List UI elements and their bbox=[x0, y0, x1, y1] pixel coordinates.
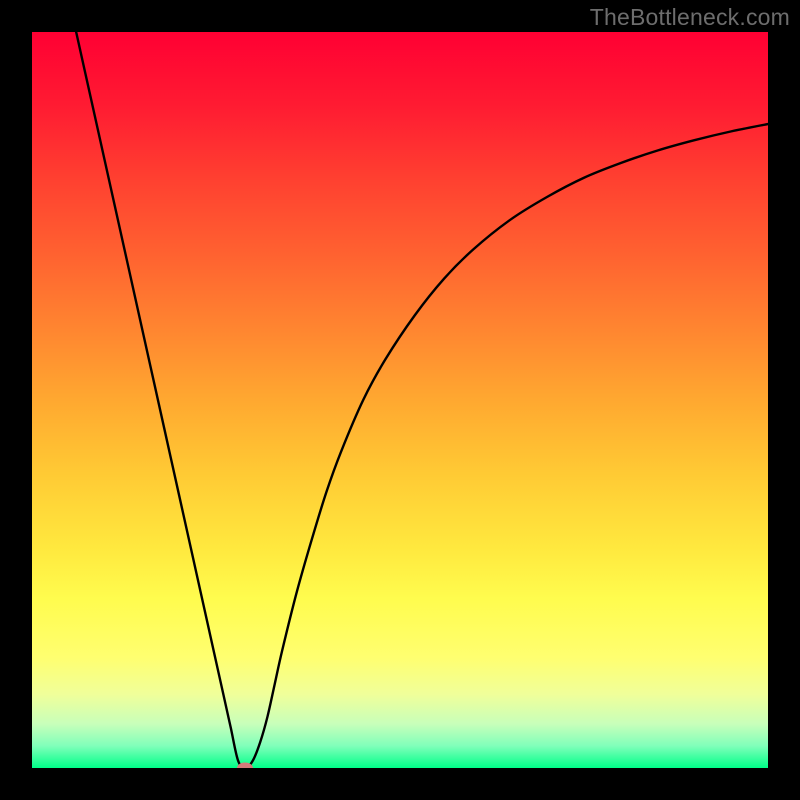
watermark-text: TheBottleneck.com bbox=[590, 4, 790, 31]
bottleneck-curve bbox=[32, 32, 768, 768]
plot-area bbox=[32, 32, 768, 768]
minimum-marker bbox=[237, 763, 253, 769]
chart-frame: TheBottleneck.com bbox=[0, 0, 800, 800]
